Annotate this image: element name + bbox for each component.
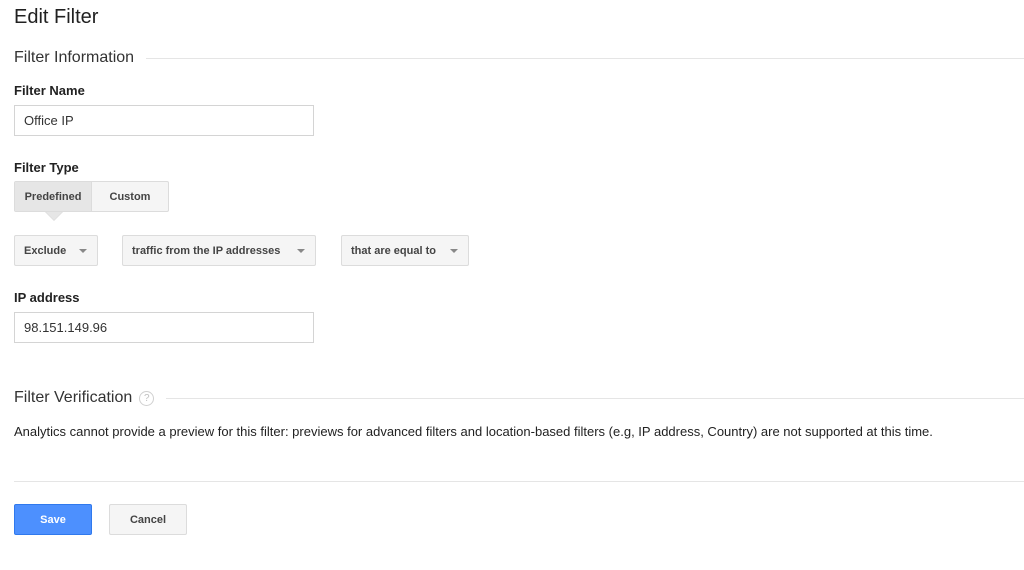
filter-verification-header: Filter Verification ? [14, 389, 1024, 407]
ip-address-input[interactable] [14, 312, 314, 343]
help-icon[interactable]: ? [139, 390, 155, 406]
filter-information-title: Filter Information [14, 49, 135, 66]
filter-information-header: Filter Information [14, 49, 1024, 67]
section-divider [146, 57, 1024, 59]
filter-name-label: Filter Name [14, 83, 85, 98]
filter-type-label: Filter Type [14, 160, 79, 175]
filter-type-predefined-button[interactable]: Predefined [15, 182, 92, 221]
verification-message: Analytics cannot provide a preview for t… [14, 424, 933, 439]
filter-expression-value: that are equal to [351, 244, 436, 257]
page-title: Edit Filter [14, 6, 99, 28]
chevron-down-icon [450, 248, 458, 253]
section-divider [166, 397, 1024, 399]
bottom-divider [14, 481, 1024, 482]
filter-source-dropdown[interactable]: traffic from the IP addresses [122, 235, 316, 266]
filter-action-value: Exclude [24, 244, 67, 257]
filter-action-dropdown[interactable]: Exclude [14, 235, 98, 266]
filter-expression-dropdown[interactable]: that are equal to [341, 235, 469, 266]
ip-address-label: IP address [14, 290, 80, 305]
filter-verification-title: Filter Verification [14, 389, 133, 406]
filter-type-toggle: Predefined Custom [14, 181, 169, 221]
filter-type-custom-button[interactable]: Custom [92, 182, 168, 211]
chevron-down-icon [297, 248, 305, 253]
chevron-down-icon [79, 248, 87, 253]
filter-source-value: traffic from the IP addresses [132, 244, 281, 257]
filter-name-input[interactable] [14, 105, 314, 136]
cancel-button[interactable]: Cancel [109, 504, 187, 535]
save-button[interactable]: Save [14, 504, 92, 535]
